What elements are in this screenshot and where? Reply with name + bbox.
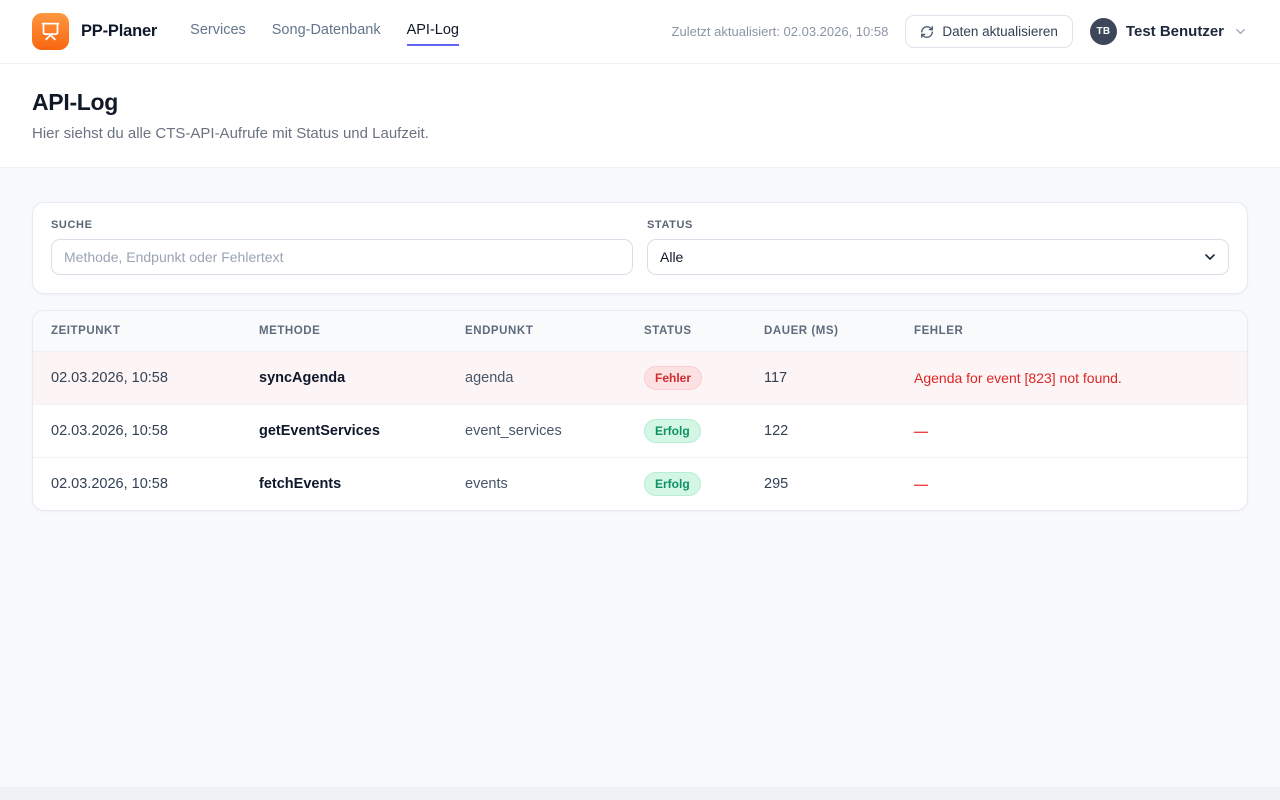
- cell-dauer: 122: [752, 405, 902, 458]
- topbar-right: Zuletzt aktualisiert: 02.03.2026, 10:58 …: [672, 15, 1248, 48]
- refresh-data-button[interactable]: Daten aktualisieren: [905, 15, 1073, 48]
- status-select[interactable]: Alle: [647, 239, 1229, 275]
- search-input[interactable]: [51, 239, 633, 275]
- main-content: SUCHE STATUS Alle ZEITPUNKT: [0, 168, 1280, 511]
- page-header: API-Log Hier siehst du alle CTS-API-Aufr…: [0, 64, 1280, 168]
- status-badge: Erfolg: [644, 419, 701, 443]
- nav-item-api-log[interactable]: API-Log: [407, 18, 459, 46]
- search-field-group: SUCHE: [51, 219, 633, 275]
- cell-endpunkt: event_services: [453, 405, 632, 458]
- last-updated-text: Zuletzt aktualisiert: 02.03.2026, 10:58: [672, 24, 889, 39]
- cell-fehler: —: [902, 458, 1247, 511]
- col-endpunkt: ENDPUNKT: [453, 311, 632, 352]
- cell-fehler: —: [902, 405, 1247, 458]
- status-select-wrap: Alle: [647, 239, 1229, 275]
- cell-zeitpunkt: 02.03.2026, 10:58: [33, 405, 247, 458]
- chevron-down-icon: [1233, 24, 1248, 39]
- cell-methode: fetchEvents: [247, 458, 453, 511]
- nav-item-song-datenbank[interactable]: Song-Datenbank: [272, 18, 381, 46]
- presentation-icon: [40, 21, 61, 42]
- cell-status: Erfolg: [632, 405, 752, 458]
- cell-dauer: 295: [752, 458, 902, 511]
- cell-endpunkt: events: [453, 458, 632, 511]
- col-dauer: DAUER (MS): [752, 311, 902, 352]
- horizontal-scrollbar-track[interactable]: [0, 787, 1280, 800]
- cell-dauer: 117: [752, 352, 902, 405]
- topbar: PP-Planer Services Song-Datenbank API-Lo…: [0, 0, 1280, 64]
- app-logo: [32, 13, 69, 50]
- filter-card: SUCHE STATUS Alle: [32, 202, 1248, 294]
- brand-name: PP-Planer: [81, 22, 157, 41]
- cell-methode: syncAgenda: [247, 352, 453, 405]
- table-row: 02.03.2026, 10:58 getEventServices event…: [33, 405, 1247, 458]
- page-title: API-Log: [32, 89, 1248, 116]
- user-menu[interactable]: TB Test Benutzer: [1090, 18, 1248, 45]
- user-name: Test Benutzer: [1126, 23, 1224, 40]
- nav-item-services[interactable]: Services: [190, 18, 246, 46]
- col-fehler: FEHLER: [902, 311, 1247, 352]
- refresh-button-label: Daten aktualisieren: [942, 24, 1058, 39]
- cell-fehler: Agenda for event [823] not found.: [902, 352, 1247, 405]
- main-nav: Services Song-Datenbank API-Log: [190, 18, 459, 46]
- search-label: SUCHE: [51, 219, 633, 231]
- col-status: STATUS: [632, 311, 752, 352]
- cell-methode: getEventServices: [247, 405, 453, 458]
- status-field-group: STATUS Alle: [647, 219, 1229, 275]
- api-log-table: ZEITPUNKT METHODE ENDPUNKT STATUS DAUER …: [33, 311, 1247, 510]
- page-subtitle: Hier siehst du alle CTS-API-Aufrufe mit …: [32, 125, 1248, 142]
- table-header: ZEITPUNKT METHODE ENDPUNKT STATUS DAUER …: [33, 311, 1247, 352]
- table-row: 02.03.2026, 10:58 syncAgenda agenda Fehl…: [33, 352, 1247, 405]
- col-methode: METHODE: [247, 311, 453, 352]
- cell-status: Erfolg: [632, 458, 752, 511]
- cell-endpunkt: agenda: [453, 352, 632, 405]
- status-label: STATUS: [647, 219, 1229, 231]
- status-badge: Fehler: [644, 366, 702, 390]
- api-log-table-card: ZEITPUNKT METHODE ENDPUNKT STATUS DAUER …: [32, 310, 1248, 511]
- table-row: 02.03.2026, 10:58 fetchEvents events Erf…: [33, 458, 1247, 511]
- cell-zeitpunkt: 02.03.2026, 10:58: [33, 458, 247, 511]
- cell-status: Fehler: [632, 352, 752, 405]
- cell-zeitpunkt: 02.03.2026, 10:58: [33, 352, 247, 405]
- status-badge: Erfolg: [644, 472, 701, 496]
- avatar: TB: [1090, 18, 1117, 45]
- col-zeitpunkt: ZEITPUNKT: [33, 311, 247, 352]
- refresh-icon: [920, 25, 934, 39]
